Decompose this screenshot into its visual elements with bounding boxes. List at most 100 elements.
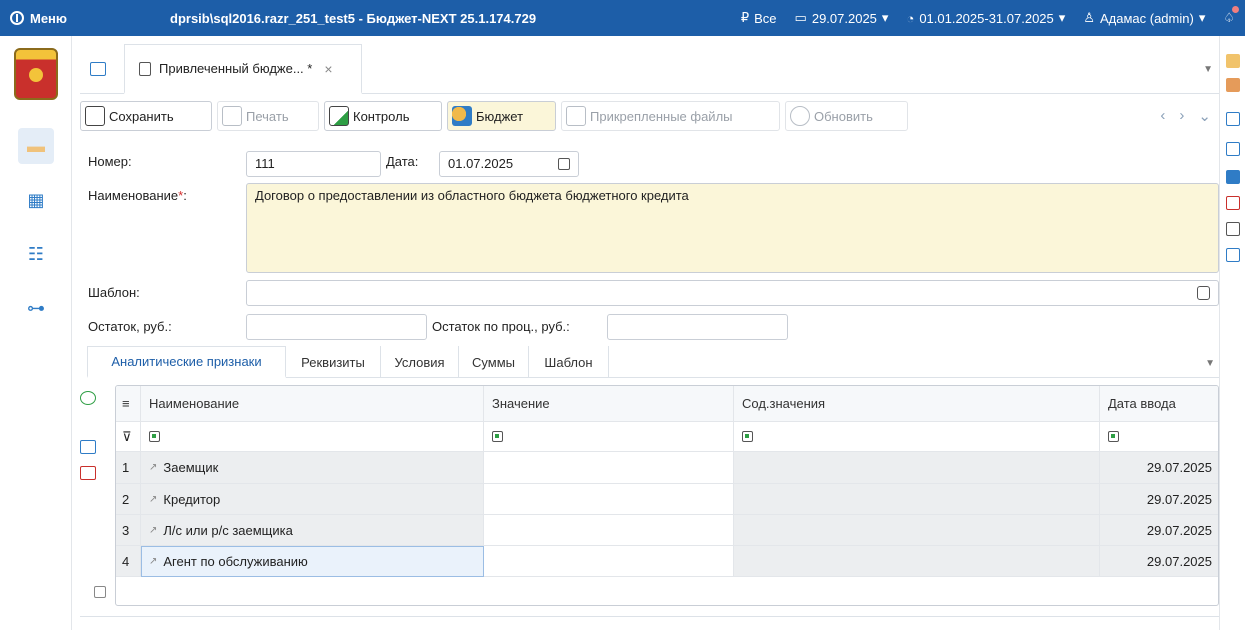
user-label: Адамас (admin) <box>1099 10 1194 26</box>
refresh-button[interactable]: Обновить <box>785 101 908 131</box>
sql-report-icon[interactable] <box>1226 142 1240 156</box>
filter-selector[interactable]: ₽ Все <box>741 10 777 26</box>
name-value: Договор о предоставлении из областного б… <box>255 188 689 203</box>
save-label: Сохранить <box>109 108 174 124</box>
user-badge-icon[interactable] <box>1226 54 1240 68</box>
row-name-cell[interactable]: ↗ Кредитор <box>141 484 484 515</box>
user-settings-icon[interactable] <box>1226 78 1240 92</box>
period-selector[interactable]: ◔ 01.01.2025-31.07.2025 ▾ <box>906 10 1065 26</box>
settings-icon[interactable] <box>80 391 96 405</box>
control-button[interactable]: Контроль <box>324 101 442 131</box>
sql-icon[interactable] <box>1226 112 1240 126</box>
document-tab-strip: Привлеченный бюдже... * × ▼ <box>80 44 1219 94</box>
budget-button[interactable]: Бюджет <box>447 101 556 131</box>
filter-name[interactable] <box>141 422 484 452</box>
row-content <box>734 484 1100 515</box>
calendar-icon[interactable] <box>558 158 570 170</box>
filter-icon[interactable]: ⊽ <box>116 422 141 452</box>
chevron-right-icon[interactable]: › <box>1179 107 1184 125</box>
grid-view-icon[interactable]: ▦ <box>18 182 54 218</box>
tab-requisites[interactable]: Реквизиты <box>286 346 381 378</box>
delete-row-icon[interactable] <box>80 466 96 480</box>
table-row[interactable]: 1 ↗ Заемщик 29.07.2025 <box>116 452 1218 484</box>
row-name-cell[interactable]: ↗ Л/с или р/с заемщика <box>141 515 484 546</box>
filter-date[interactable] <box>1100 422 1218 452</box>
filter-checkbox-icon[interactable] <box>1108 431 1119 442</box>
left-sidebar: ▬ ▦ ☷ ⊶ <box>0 36 72 630</box>
column-header-content[interactable]: Сод.значения <box>734 386 1100 422</box>
grid-view-icon[interactable] <box>90 62 106 76</box>
number-field[interactable]: 111 <box>246 151 381 177</box>
row-value[interactable] <box>484 484 734 515</box>
toolbar: Сохранить Печать Контроль Бюджет Прикреп… <box>80 99 1219 135</box>
row-value[interactable] <box>484 515 734 546</box>
lookup-icon[interactable] <box>1197 286 1210 300</box>
row-date: 29.07.2025 <box>1100 546 1218 577</box>
workflow-icon[interactable]: ⊶ <box>18 290 54 326</box>
report-icon[interactable] <box>1226 196 1240 210</box>
tab-conditions[interactable]: Условия <box>381 346 459 378</box>
chevron-down-icon[interactable]: ▼ <box>1203 64 1213 75</box>
column-menu-icon[interactable]: ≡ <box>116 386 141 422</box>
expand-icon[interactable]: ↗ <box>149 494 157 505</box>
menu-button[interactable]: Меню <box>0 11 80 26</box>
table-row[interactable]: 3 ↗ Л/с или р/с заемщика 29.07.2025 <box>116 515 1218 546</box>
filter-content[interactable] <box>734 422 1100 452</box>
tab-sums[interactable]: Суммы <box>459 346 529 378</box>
number-label: Номер: <box>88 154 132 169</box>
name-textarea[interactable]: Договор о предоставлении из областного б… <box>246 183 1219 273</box>
date-selector[interactable]: ▭ 29.07.2025 ▾ <box>795 10 889 26</box>
menu-label: Меню <box>30 10 68 26</box>
filter-checkbox-icon[interactable] <box>492 431 503 442</box>
row-value[interactable] <box>484 452 734 484</box>
analytics-table: ≡ Наименование Значение Сод.значения Дат… <box>115 385 1219 606</box>
user-icon: ♙ <box>1083 10 1095 25</box>
grid-footer-toggle-icon[interactable] <box>94 586 106 598</box>
interest-balance-field[interactable] <box>607 314 788 340</box>
expand-icon[interactable]: ↗ <box>149 556 157 567</box>
row-name-cell[interactable]: ↗ Агент по обслуживанию <box>141 546 484 577</box>
filter-checkbox-icon[interactable] <box>742 431 753 442</box>
close-icon[interactable]: × <box>324 61 332 77</box>
refresh-label: Обновить <box>814 108 873 124</box>
scissors-icon[interactable] <box>1226 222 1240 236</box>
control-label: Контроль <box>353 108 410 124</box>
row-value[interactable] <box>484 546 734 577</box>
tab-template[interactable]: Шаблон <box>529 346 609 378</box>
calendar-alert-icon[interactable] <box>1226 248 1240 262</box>
save-button[interactable]: Сохранить <box>80 101 212 131</box>
expand-icon[interactable]: ↗ <box>149 462 157 473</box>
attachments-button[interactable]: Прикрепленные файлы <box>561 101 780 131</box>
user-selector[interactable]: ♙ Адамас (admin) ▾ <box>1083 10 1205 26</box>
tab-document[interactable]: Привлеченный бюдже... * × <box>124 44 362 94</box>
add-row-icon[interactable] <box>80 440 96 454</box>
filter-checkbox-icon[interactable] <box>149 431 160 442</box>
column-header-name[interactable]: Наименование <box>141 386 484 422</box>
filter-value[interactable] <box>484 422 734 452</box>
tree-list-icon[interactable]: ☷ <box>18 236 54 272</box>
table-row[interactable]: 4 ↗ Агент по обслуживанию 29.07.2025 <box>116 546 1218 577</box>
expand-icon[interactable]: ↗ <box>149 525 157 536</box>
right-sidebar <box>1219 36 1245 630</box>
table-row[interactable]: 2 ↗ Кредитор 29.07.2025 <box>116 484 1218 515</box>
top-bar: Меню dprsib\sql2016.razr_251_test5 - Бюд… <box>0 0 1245 36</box>
template-field[interactable] <box>246 280 1219 306</box>
top-right-controls: ₽ Все ▭ 29.07.2025 ▾ ◔ 01.01.2025-31.07.… <box>741 0 1239 36</box>
chevron-down-icon[interactable]: ⌄ <box>1198 107 1211 125</box>
document-tab-label: Привлеченный бюдже... * <box>159 61 313 76</box>
column-header-date[interactable]: Дата ввода <box>1100 386 1218 422</box>
date-field[interactable]: 01.07.2025 <box>439 151 579 177</box>
folder-icon[interactable]: ▬ <box>18 128 54 164</box>
chevron-down-icon: ▾ <box>1198 10 1206 25</box>
chevron-left-icon[interactable]: ‹ <box>1160 107 1165 125</box>
print-button[interactable]: Печать <box>217 101 319 131</box>
column-header-value[interactable]: Значение <box>484 386 734 422</box>
tab-analytics[interactable]: Аналитические признаки <box>87 346 286 378</box>
row-name: Заемщик <box>163 460 219 475</box>
row-name-cell[interactable]: ↗ Заемщик <box>141 452 484 484</box>
chevron-down-icon[interactable]: ▼ <box>1205 358 1215 369</box>
balance-field[interactable] <box>246 314 427 340</box>
interest-balance-label: Остаток по проц., руб.: <box>432 319 570 334</box>
bell-icon[interactable]: ♤ <box>1223 6 1239 26</box>
megaphone-icon[interactable] <box>1226 170 1240 184</box>
